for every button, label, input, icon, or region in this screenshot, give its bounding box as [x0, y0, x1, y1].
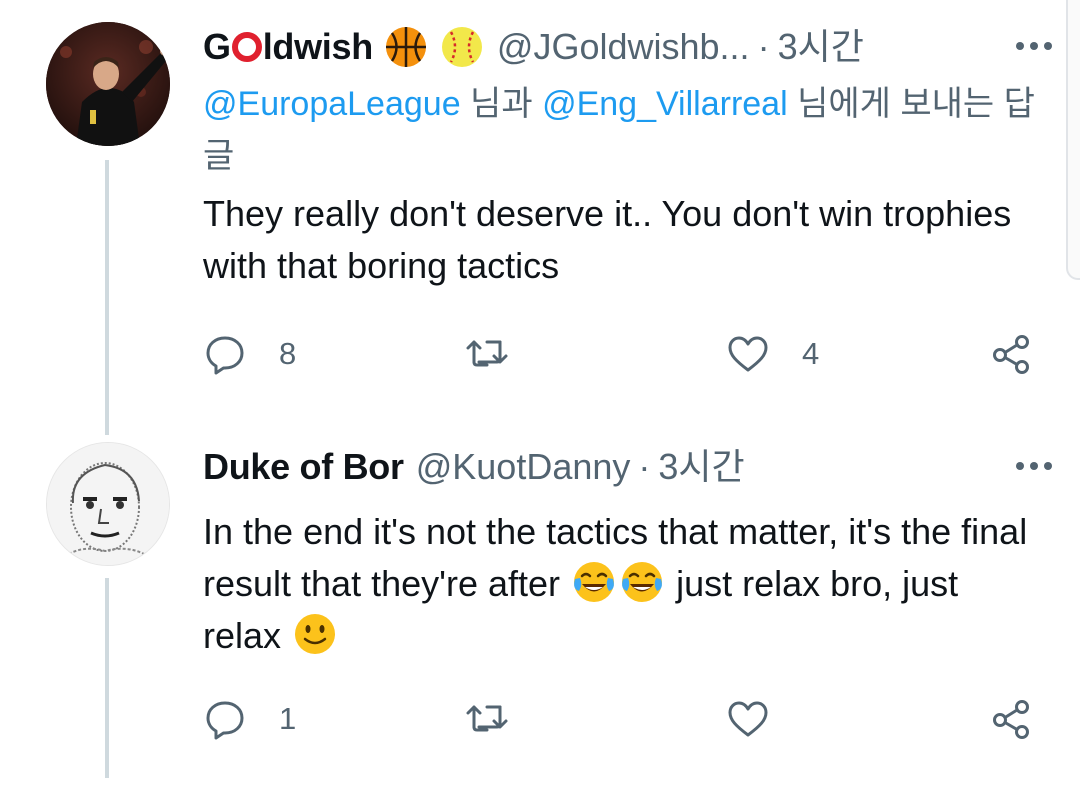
header-separator: · [757, 26, 770, 67]
scroll-indicator[interactable] [1066, 0, 1080, 280]
reply-count: 1 [279, 701, 297, 736]
display-name[interactable]: Duke of Bor [203, 440, 404, 494]
timestamp[interactable]: 3시간 [778, 20, 864, 74]
header-separator: · [638, 446, 651, 487]
tweet-text: They really don't deserve it.. You don't… [203, 193, 1012, 286]
share-button[interactable] [989, 330, 1033, 378]
like-count: 4 [802, 336, 820, 371]
heart-icon [728, 701, 768, 737]
timeline: Gldwish @JGoldwishb... · 3시간 @EuropaLeag… [0, 0, 1080, 785]
reply-button[interactable]: 8 [203, 330, 296, 378]
replying-to: @EuropaLeague 님과 @Eng_Villarreal 님에게 보내는… [203, 85, 1035, 175]
share-button[interactable] [989, 695, 1033, 743]
user-handle[interactable]: @JGoldwishb... [497, 20, 750, 74]
timestamp[interactable]: 3시간 [658, 440, 744, 494]
share-icon [993, 700, 1029, 739]
avatar[interactable] [46, 22, 170, 146]
slightly-smiling-emoji [292, 611, 338, 657]
retweet-icon [466, 340, 508, 367]
reply-icon [206, 336, 244, 375]
tears-of-joy-emoji [619, 559, 665, 605]
retweet-button[interactable] [465, 330, 541, 378]
retweet-icon [466, 705, 508, 732]
like-button[interactable] [726, 695, 802, 743]
basketball-icon [383, 24, 429, 70]
tweet-text: In the end it's not the tactics that mat… [203, 511, 1028, 657]
tears-of-joy-emoji [571, 559, 617, 605]
reply-icon [206, 701, 244, 740]
retweet-button[interactable] [465, 695, 541, 743]
reply-count: 8 [279, 336, 297, 371]
tweet[interactable]: Duke of Bor @KuotDanny · 3시간 In the end … [203, 440, 1056, 740]
display-name[interactable]: Gldwish [203, 20, 373, 74]
avatar-photo [47, 443, 169, 565]
tweet-header: Gldwish @JGoldwishb... · 3시간 [203, 20, 1056, 74]
tweet[interactable]: Gldwish @JGoldwishb... · 3시간 @EuropaLeag… [203, 20, 1056, 375]
mention-link[interactable]: @Eng_Villarreal [542, 85, 788, 123]
softball-icon [439, 24, 485, 70]
reply-button[interactable]: 1 [203, 695, 296, 743]
like-button[interactable]: 4 [726, 330, 819, 378]
heart-icon [728, 336, 768, 372]
avatar-photo [46, 22, 170, 146]
share-icon [993, 335, 1029, 374]
thread-connector [105, 160, 109, 435]
more-options-icon[interactable] [1012, 34, 1056, 58]
tweet-actions: 8 4 [203, 330, 1043, 378]
avatar[interactable] [46, 442, 170, 566]
user-handle[interactable]: @KuotDanny [416, 440, 631, 494]
more-options-icon[interactable] [1012, 454, 1056, 478]
tweet-header: Duke of Bor @KuotDanny · 3시간 [203, 440, 1056, 494]
red-ring-icon [231, 32, 262, 62]
mention-link[interactable]: @EuropaLeague [203, 85, 461, 123]
thread-connector [105, 578, 109, 778]
tweet-actions: 1 [203, 695, 1043, 743]
